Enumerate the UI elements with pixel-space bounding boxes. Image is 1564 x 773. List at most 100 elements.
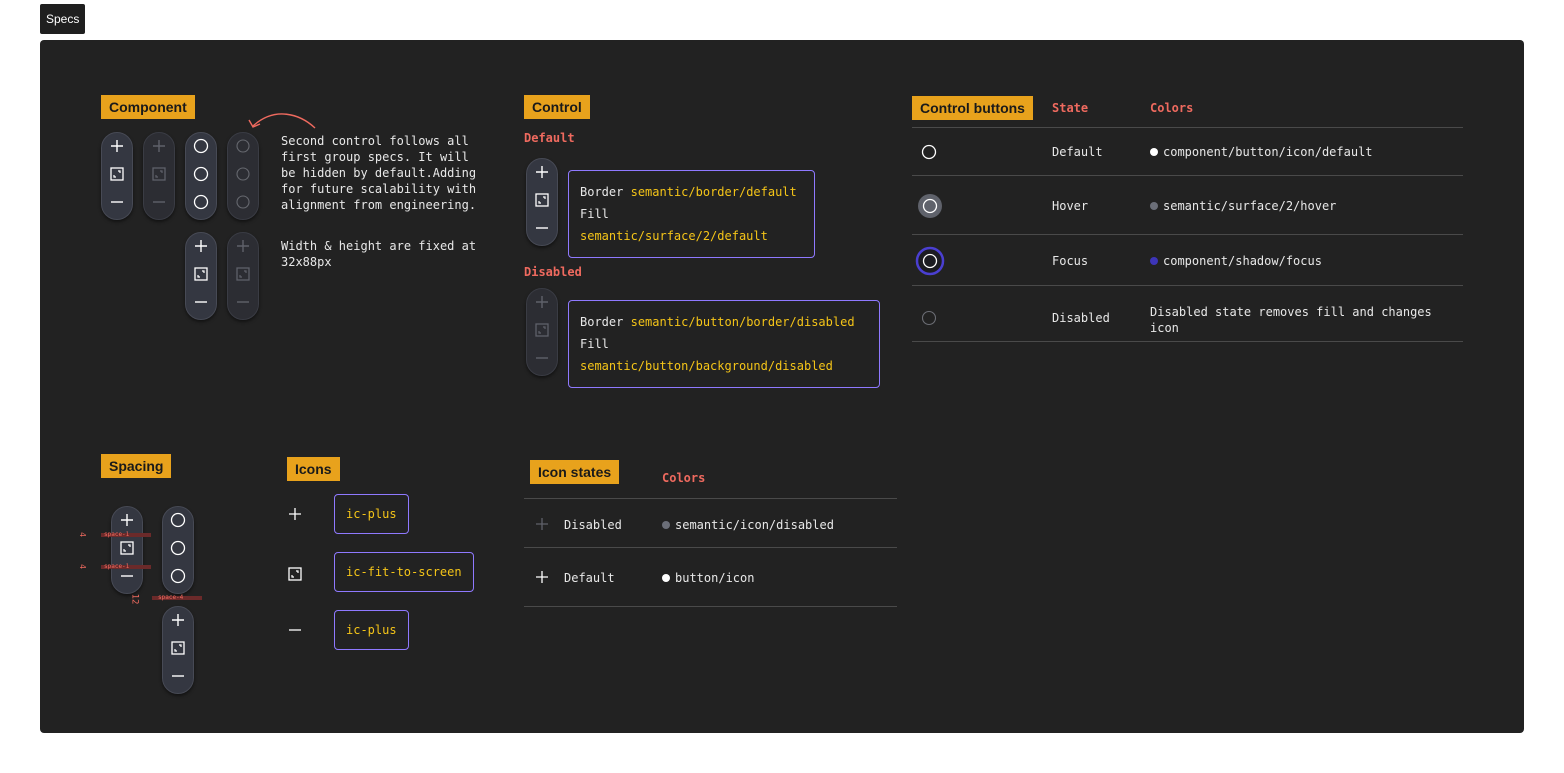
zoom-out-button-disabled <box>144 192 174 212</box>
zoom-out-button-disabled <box>228 292 258 312</box>
icon-state-color: semantic/icon/disabled <box>662 518 834 532</box>
specs-tag: Specs <box>40 4 86 34</box>
zoom-in-button-disabled <box>527 292 557 312</box>
spacing-token-label: space-1 <box>104 563 130 570</box>
zoom-out-button[interactable] <box>186 292 216 312</box>
color-dot <box>1150 257 1158 265</box>
circle-icon <box>170 512 186 528</box>
plus-icon <box>172 614 184 626</box>
plus-icon <box>153 140 165 152</box>
icon-name-fit-to-screen: ic-fit-to-screen <box>334 552 474 592</box>
zoom-out-button-disabled <box>527 348 557 368</box>
fit-to-screen-button[interactable] <box>186 264 216 284</box>
fit-to-screen-button[interactable] <box>527 190 557 210</box>
control-disabled-example <box>526 288 558 376</box>
spacing-title: Spacing <box>101 454 172 478</box>
plus-icon <box>289 508 301 520</box>
color-token-text: semantic/icon/disabled <box>675 518 834 532</box>
zoom-control-default[interactable] <box>185 232 217 320</box>
divider <box>524 606 897 607</box>
minus-icon <box>237 301 249 303</box>
component-title: Component <box>101 95 195 119</box>
control-default-example[interactable] <box>526 158 558 246</box>
color-token-text: component/shadow/focus <box>1163 254 1322 268</box>
placeholder-button-disabled <box>228 192 258 212</box>
zoom-in-button[interactable] <box>102 136 132 156</box>
spacing-token-label: space-1 <box>104 531 130 538</box>
icon-name-minus: ic-plus <box>334 610 409 650</box>
zoom-control-default[interactable] <box>101 132 133 220</box>
fit-to-screen-button <box>163 638 193 658</box>
placeholder-button <box>163 566 193 586</box>
fit-to-screen-icon <box>236 267 250 281</box>
circle-button-disabled <box>921 310 937 326</box>
placeholder-button[interactable] <box>186 192 216 212</box>
spec-border-token: semantic/border/default <box>630 185 797 199</box>
control-title: Control <box>524 95 590 119</box>
fit-to-screen-icon <box>110 167 124 181</box>
curved-arrow-icon <box>248 113 316 129</box>
state-column-header: State <box>1052 101 1089 115</box>
zoom-control-disabled <box>143 132 175 220</box>
minus-icon <box>121 575 133 577</box>
zoom-in-button[interactable] <box>527 162 557 182</box>
fit-to-screen-icon <box>194 267 208 281</box>
minus-icon <box>172 675 184 677</box>
zoom-out-button[interactable] <box>527 218 557 238</box>
spec-border-label: Border <box>580 315 624 329</box>
component-note-scalability: Second control follows all first group s… <box>281 134 477 212</box>
fit-to-screen-button[interactable] <box>102 164 132 184</box>
placeholder-button[interactable] <box>186 136 216 156</box>
zoom-in-button[interactable] <box>186 236 216 256</box>
spacing-value: 4 <box>77 532 87 537</box>
state-label: Hover <box>1052 199 1089 213</box>
minus-icon <box>289 629 301 631</box>
divider <box>912 285 1463 286</box>
second-control-default[interactable] <box>185 132 217 220</box>
colors-column-header: Colors <box>1150 101 1194 115</box>
plus-icon <box>536 518 548 530</box>
spec-fill-token: semantic/surface/2/default <box>580 229 768 243</box>
plus-icon <box>536 166 548 178</box>
zoom-out-button[interactable] <box>102 192 132 212</box>
spec-fill-label: Fill <box>580 207 609 221</box>
placeholder-button <box>163 510 193 530</box>
zoom-in-button-disabled <box>228 236 258 256</box>
color-token: semantic/surface/2/hover <box>1150 199 1336 213</box>
plus-icon <box>536 571 548 583</box>
circle-icon <box>236 195 250 209</box>
circle-button-focus[interactable] <box>914 246 946 276</box>
icons-title: Icons <box>287 457 340 481</box>
circle-button-hover[interactable] <box>916 192 944 220</box>
control-disabled-spec: Border semantic/button/border/disabled F… <box>568 300 880 388</box>
plus-icon <box>195 240 207 252</box>
plus-icon <box>121 514 133 526</box>
minus-icon <box>111 201 123 203</box>
color-token-text: Disabled state removes fill and changes … <box>1150 305 1432 335</box>
color-token: component/button/icon/default <box>1150 145 1373 159</box>
color-dot <box>1150 148 1158 156</box>
fit-to-screen-icon <box>152 167 166 181</box>
divider <box>524 498 897 499</box>
divider <box>524 547 897 548</box>
placeholder-button-disabled <box>228 136 258 156</box>
minus-icon <box>536 227 548 229</box>
plus-icon <box>536 296 548 308</box>
circle-icon <box>193 166 209 182</box>
circle-button-default[interactable] <box>920 143 938 161</box>
spec-border-label: Border <box>580 185 624 199</box>
fit-to-screen-button <box>112 538 142 558</box>
divider <box>912 127 1463 128</box>
icon-name-plus: ic-plus <box>334 494 409 534</box>
circle-icon <box>236 167 250 181</box>
divider <box>912 175 1463 176</box>
zoom-in-button <box>163 610 193 630</box>
placeholder-button[interactable] <box>186 164 216 184</box>
minus-icon <box>195 301 207 303</box>
circle-icon <box>193 194 209 210</box>
fit-to-screen-button-disabled <box>144 164 174 184</box>
plus-icon <box>237 240 249 252</box>
spec-border-token: semantic/button/border/disabled <box>630 315 855 329</box>
divider <box>912 341 1463 342</box>
circle-icon <box>193 138 209 154</box>
